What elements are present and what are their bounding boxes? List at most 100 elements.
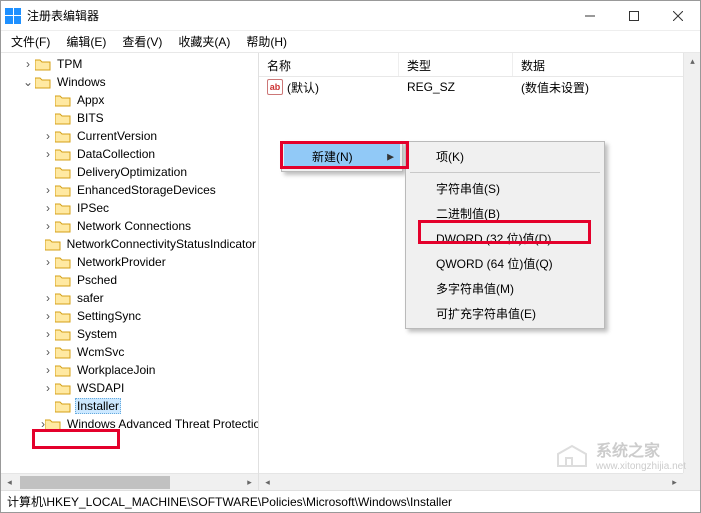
column-data[interactable]: 数据 (513, 53, 700, 76)
menu-file[interactable]: 文件(F) (3, 31, 58, 52)
folder-icon (55, 256, 71, 269)
context-menu-2: 项(K) 字符串值(S) 二进制值(B) DWORD (32 位)值(D) QW… (405, 141, 605, 329)
expand-icon[interactable]: › (41, 129, 55, 143)
expand-icon[interactable]: › (41, 309, 55, 323)
ctx-string[interactable]: 字符串值(S) (408, 176, 602, 201)
tree-hscrollbar[interactable]: ◂ ▸ (1, 473, 258, 490)
folder-icon (35, 76, 51, 89)
folder-icon (55, 292, 71, 305)
list-vscrollbar[interactable]: ▴ ▾ (683, 53, 700, 490)
expand-icon[interactable]: › (21, 57, 35, 71)
tree-item-label: Network Connections (75, 219, 193, 233)
tree-item-safer[interactable]: ›safer (1, 289, 258, 307)
tree-item-label: DataCollection (75, 147, 157, 161)
tree-item-label: Psched (75, 273, 119, 287)
tree-item-windows[interactable]: Windows (55, 75, 108, 89)
tree-item-label: WSDAPI (75, 381, 126, 395)
list-header: 名称 类型 数据 (259, 53, 700, 77)
status-path: 计算机\HKEY_LOCAL_MACHINE\SOFTWARE\Policies… (7, 493, 452, 510)
folder-icon (45, 418, 61, 431)
tree-item-label: IPSec (75, 201, 111, 215)
expand-icon[interactable]: › (41, 381, 55, 395)
close-button[interactable] (656, 1, 700, 30)
ctx-new[interactable]: 新建(N)▶ (284, 144, 400, 169)
ctx-dword[interactable]: DWORD (32 位)值(D) (408, 226, 602, 251)
ctx-binary[interactable]: 二进制值(B) (408, 201, 602, 226)
tree-item-installer[interactable]: Installer (1, 397, 258, 415)
tree-item-workplacejoin[interactable]: › WorkplaceJoin (1, 361, 258, 379)
folder-icon (55, 130, 71, 143)
tree-item-settingsync[interactable]: › SettingSync (1, 307, 258, 325)
expand-icon[interactable]: › (41, 363, 55, 377)
menubar: 文件(F) 编辑(E) 查看(V) 收藏夹(A) 帮助(H) (1, 31, 700, 53)
folder-icon (55, 148, 71, 161)
scroll-right-icon[interactable]: ▸ (666, 474, 683, 491)
tree-item-wsdapi[interactable]: › WSDAPI (1, 379, 258, 397)
tree-item-deliveryopt[interactable]: DeliveryOptimization (1, 163, 258, 181)
maximize-button[interactable] (612, 1, 656, 30)
registry-values-pane: 名称 类型 数据 ab (默认) REG_SZ (数值未设置) 新建(N)▶ 项… (259, 53, 700, 490)
column-name[interactable]: 名称 (259, 53, 399, 76)
tree-item-enhancedstorage[interactable]: › EnhancedStorageDevices (1, 181, 258, 199)
tree-item-netconn[interactable]: › Network Connections (1, 217, 258, 235)
value-type: REG_SZ (399, 78, 513, 96)
folder-icon (35, 58, 51, 71)
ctx-key[interactable]: 项(K) (408, 144, 602, 169)
tree-item-datacollection[interactable]: › DataCollection (1, 145, 258, 163)
folder-icon (55, 184, 71, 197)
tree-item-tpm[interactable]: TPM (55, 57, 84, 71)
scroll-left-icon[interactable]: ◂ (1, 474, 18, 490)
folder-icon (55, 328, 71, 341)
tree-item-netconnstatus[interactable]: NetworkConnectivityStatusIndicator (1, 235, 258, 253)
expand-icon[interactable]: › (41, 345, 55, 359)
tree-item-appx[interactable]: Appx (1, 91, 258, 109)
window-title: 注册表编辑器 (27, 7, 568, 24)
tree-item-label: WorkplaceJoin (75, 363, 157, 377)
watermark-icon (554, 440, 590, 470)
expand-icon[interactable]: › (41, 201, 55, 215)
tree-item-label: NetworkConnectivityStatusIndicator (65, 237, 258, 251)
folder-icon (55, 274, 71, 287)
context-menu-1: 新建(N)▶ (281, 141, 403, 172)
scroll-right-icon[interactable]: ▸ (241, 474, 258, 490)
scroll-corner (683, 473, 700, 490)
folder-icon (55, 94, 71, 107)
menu-view[interactable]: 查看(V) (114, 31, 170, 52)
tree-item-netprovider[interactable]: ›NetworkProvider (1, 253, 258, 271)
tree-item-currentversion[interactable]: › CurrentVersion (1, 127, 258, 145)
tree-item-psched[interactable]: Psched (1, 271, 258, 289)
list-hscrollbar[interactable]: ◂ ▸ (259, 473, 683, 490)
folder-icon (55, 364, 71, 377)
folder-icon (55, 400, 71, 413)
collapse-icon[interactable]: ⌄ (21, 75, 35, 89)
tree-item-watp[interactable]: ›Windows Advanced Threat Protection (1, 415, 258, 433)
menu-favorites[interactable]: 收藏夹(A) (170, 31, 238, 52)
tree-item-label: SettingSync (75, 309, 143, 323)
ctx-expandstring[interactable]: 可扩充字符串值(E) (408, 301, 602, 326)
scroll-left-icon[interactable]: ◂ (259, 474, 276, 491)
tree-item-ipsec[interactable]: › IPSec (1, 199, 258, 217)
list-row-default[interactable]: ab (默认) REG_SZ (数值未设置) (259, 77, 700, 97)
expand-icon[interactable]: › (41, 255, 55, 269)
expand-icon[interactable]: › (41, 291, 55, 305)
expand-icon[interactable]: › (41, 183, 55, 197)
tree-item-wcmsvc[interactable]: ›WcmSvc (1, 343, 258, 361)
tree-item-label: EnhancedStorageDevices (75, 183, 218, 197)
expand-icon[interactable]: › (41, 219, 55, 233)
menu-help[interactable]: 帮助(H) (238, 31, 295, 52)
submenu-arrow-icon: ▶ (387, 151, 394, 162)
tree-item-bits[interactable]: BITS (1, 109, 258, 127)
menu-edit[interactable]: 编辑(E) (58, 31, 114, 52)
column-type[interactable]: 类型 (399, 53, 513, 76)
tree-item-label: DeliveryOptimization (75, 165, 189, 179)
scroll-up-icon[interactable]: ▴ (684, 53, 701, 70)
expand-icon[interactable]: › (41, 327, 55, 341)
minimize-button[interactable] (568, 1, 612, 30)
ctx-qword[interactable]: QWORD (64 位)值(Q) (408, 251, 602, 276)
tree-item-system[interactable]: ›System (1, 325, 258, 343)
registry-tree-pane[interactable]: › TPM ⌄ Windows AppxBITS › CurrentVersion › Da… (1, 53, 259, 490)
tree-item-label: CurrentVersion (75, 129, 159, 143)
titlebar: 注册表编辑器 (1, 1, 700, 31)
ctx-multistring[interactable]: 多字符串值(M) (408, 276, 602, 301)
expand-icon[interactable]: › (41, 147, 55, 161)
